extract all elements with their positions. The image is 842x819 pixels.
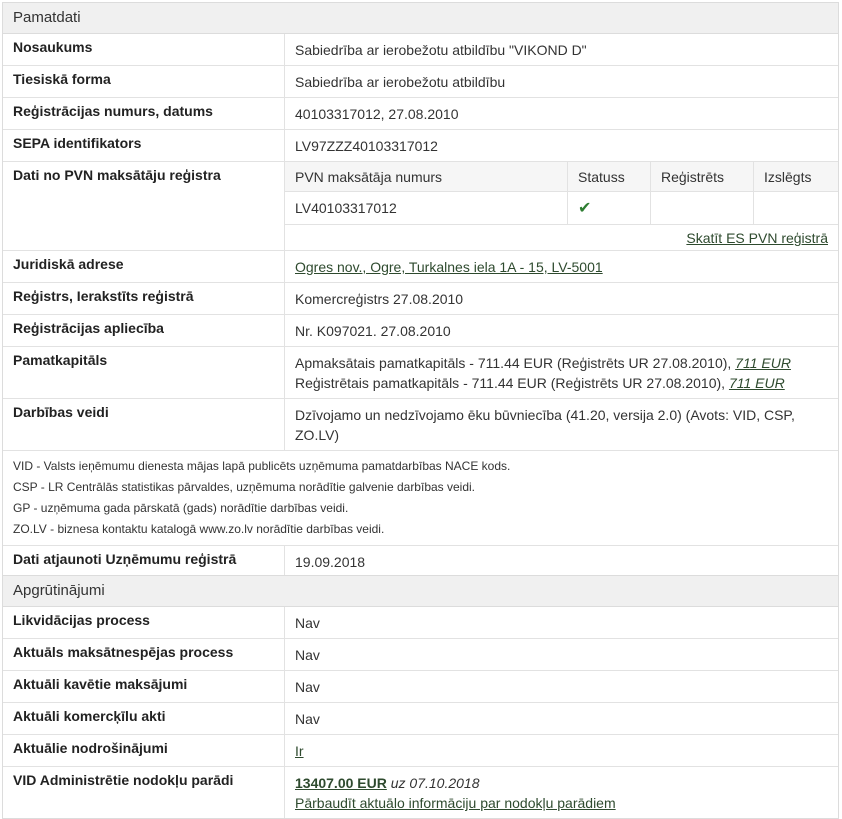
paid-capital-text: Apmaksātais pamatkapitāls - 711.44 EUR (… [295, 355, 732, 371]
capital-cell: Apmaksātais pamatkapitāls - 711.44 EUR (… [285, 347, 838, 398]
address-link[interactable]: Ogres nov., Ogre, Turkalnes iela 1A - 15… [295, 259, 603, 275]
register-entry: Komercreģistrs 27.08.2010 [295, 291, 464, 307]
updated-date: 19.09.2018 [295, 554, 366, 570]
activities: Dzīvojamo un nedzīvojamo ēku būvniecība … [295, 407, 795, 443]
row-value: Nav [295, 679, 320, 695]
row-kapitals: Pamatkapitāls Apmaksātais pamatkapitāls … [3, 347, 838, 399]
row-likvidacija: Likvidācijas process Nav [3, 607, 838, 639]
row-label: Aktuāls maksātnespējas process [3, 639, 285, 670]
row-nosaukums: Nosaukums Sabiedrība ar ierobežotu atbil… [3, 34, 838, 66]
registration-number: 40103317012, 27.08.2010 [295, 106, 459, 122]
pvn-header-registered: Reģistrēts [650, 162, 754, 192]
paid-capital-link[interactable]: 711 EUR [735, 355, 791, 371]
row-value: Nav [295, 711, 320, 727]
row-label: Reģistrācijas apliecība [3, 315, 285, 346]
row-pvn: Dati no PVN maksātāju reģistra PVN maksā… [3, 162, 838, 251]
row-forma: Tiesiskā forma Sabiedrība ar ierobežotu … [3, 66, 838, 98]
tax-debt-line: 13407.00 EUR uz 07.10.2018 [295, 773, 828, 793]
pvn-excluded [753, 191, 838, 225]
row-label: Likvidācijas process [3, 607, 285, 638]
row-atjaunoti: Dati atjaunoti Uzņēmumu reģistrā 19.09.2… [3, 546, 838, 577]
row-darbibas: Darbības veidi Dzīvojamo un nedzīvojamo … [3, 399, 838, 451]
sepa-id: LV97ZZZ40103317012 [295, 138, 438, 154]
row-nodrosinajumi: Aktuālie nodrošinājumi Ir [3, 735, 838, 767]
row-label: Aktuāli komercķīlu akti [3, 703, 285, 734]
registered-capital: Reģistrētais pamatkapitāls - 711.44 EUR … [295, 373, 808, 393]
row-label: Tiesiskā forma [3, 66, 285, 97]
registered-capital-text: Reģistrētais pamatkapitāls - 711.44 EUR … [295, 375, 726, 391]
row-registrs: Reģistrs, Ierakstīts reģistrā Komercreģi… [3, 283, 838, 315]
panel-title: Apgrūtinājumi [3, 576, 838, 607]
paid-capital: Apmaksātais pamatkapitāls - 711.44 EUR (… [295, 353, 808, 373]
note-line: GP - uzņēmuma gada pārskatā (gads) norād… [13, 501, 349, 515]
row-label: SEPA identifikators [3, 130, 285, 161]
tax-debt-amount-link[interactable]: 13407.00 EUR [295, 775, 387, 791]
row-komerckilas: Aktuāli komercķīlu akti Nav [3, 703, 838, 735]
row-label: Nosaukums [3, 34, 285, 65]
securities-link[interactable]: Ir [295, 743, 304, 759]
pvn-block: PVN maksātāja numurs Statuss Reģistrēts … [285, 162, 838, 250]
row-adrese: Juridiskā adrese Ogres nov., Ogre, Turka… [3, 251, 838, 283]
activity-sources-notes: VID - Valsts ieņēmumu dienesta mājas lap… [3, 451, 838, 546]
legal-form: Sabiedrība ar ierobežotu atbildību [295, 74, 506, 90]
pvn-header-status: Statuss [567, 162, 651, 192]
note-line: CSP - LR Centrālās statistikas pārvaldes… [13, 480, 476, 494]
pvn-header-excluded: Izslēgts [753, 162, 838, 192]
pvn-header-number: PVN maksātāja numurs [285, 162, 568, 192]
registered-capital-link[interactable]: 711 EUR [729, 375, 785, 391]
apgrutinajumi-panel: Apgrūtinājumi Likvidācijas process Nav A… [2, 575, 839, 819]
pvn-status: ✔ [567, 191, 651, 225]
row-apliecība: Reģistrācijas apliecība Nr. K097021. 27.… [3, 315, 838, 347]
pvn-number: LV40103317012 [285, 191, 568, 225]
tax-debt-date: uz 07.10.2018 [390, 775, 480, 791]
row-label: Darbības veidi [3, 399, 285, 450]
note-line: VID - Valsts ieņēmumu dienesta mājas lap… [13, 459, 511, 473]
check-tax-debt-link[interactable]: Pārbaudīt aktuālo informāciju par nodokļ… [295, 795, 616, 811]
row-value: Nav [295, 647, 320, 663]
tax-debt-cell: 13407.00 EUR uz 07.10.2018 Pārbaudīt akt… [285, 767, 838, 818]
row-label: Aktuāli kavētie maksājumi [3, 671, 285, 702]
row-reg: Reģistrācijas numurs, datums 40103317012… [3, 98, 838, 130]
eu-vat-register-link[interactable]: Skatīt ES PVN reģistrā [686, 230, 828, 246]
row-label: Dati atjaunoti Uzņēmumu reģistrā [3, 546, 285, 577]
row-maksatnespeja: Aktuāls maksātnespējas process Nav [3, 639, 838, 671]
row-value-cell: Ir [285, 735, 838, 766]
row-value: Nav [295, 615, 320, 631]
certificate: Nr. K097021. 27.08.2010 [295, 323, 451, 339]
row-label: Pamatkapitāls [3, 347, 285, 398]
note-line: ZO.LV - biznesa kontaktu katalogā www.zo… [13, 522, 385, 536]
row-sepa: SEPA identifikators LV97ZZZ40103317012 [3, 130, 838, 162]
row-kavetie: Aktuāli kavētie maksājumi Nav [3, 671, 838, 703]
row-label: Aktuālie nodrošinājumi [3, 735, 285, 766]
panel-title: Pamatdati [3, 3, 838, 34]
row-label: Reģistrs, Ierakstīts reģistrā [3, 283, 285, 314]
row-label: Dati no PVN maksātāju reģistra [3, 162, 285, 250]
row-label: VID Administrētie nodokļu parādi [3, 767, 285, 818]
pvn-link-wrap: Skatīt ES PVN reģistrā [285, 225, 838, 250]
row-label: Reģistrācijas numurs, datums [3, 98, 285, 129]
row-label: Juridiskā adrese [3, 251, 285, 282]
address-cell: Ogres nov., Ogre, Turkalnes iela 1A - 15… [285, 251, 838, 282]
pamatdati-panel: Pamatdati Nosaukums Sabiedrība ar ierobe… [2, 2, 839, 578]
company-name: Sabiedrība ar ierobežotu atbildību "VIKO… [295, 42, 587, 58]
pvn-table: PVN maksātāja numurs Statuss Reģistrēts … [285, 162, 838, 225]
tax-debt-check-line: Pārbaudīt aktuālo informāciju par nodokļ… [295, 793, 828, 813]
pvn-registered [650, 191, 754, 225]
check-icon: ✔ [578, 200, 592, 217]
row-vid-paradi: VID Administrētie nodokļu parādi 13407.0… [3, 767, 838, 818]
